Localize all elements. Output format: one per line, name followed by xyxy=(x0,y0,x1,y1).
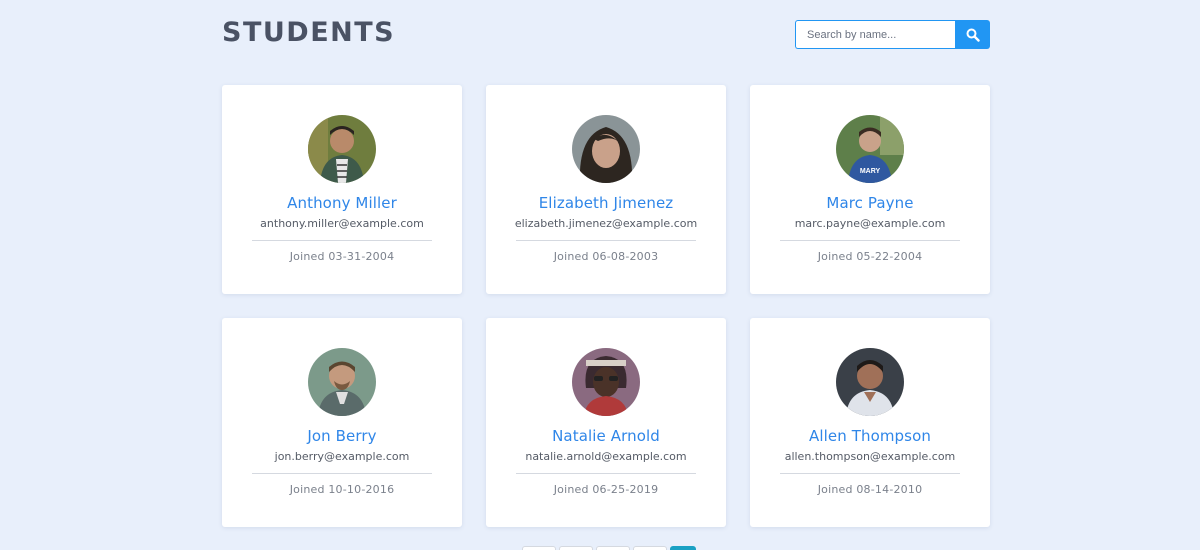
student-name[interactable]: Elizabeth Jimenez xyxy=(539,194,674,212)
page-button[interactable] xyxy=(559,546,593,550)
divider xyxy=(780,240,960,241)
page-title: STUDENTS xyxy=(222,17,396,48)
divider xyxy=(252,473,432,474)
joined-date: Joined 08-14-2010 xyxy=(817,483,923,496)
page-button-active[interactable] xyxy=(670,546,696,550)
student-avatar xyxy=(308,348,376,416)
joined-date: Joined 05-22-2004 xyxy=(817,250,923,263)
search-button[interactable] xyxy=(955,20,990,49)
joined-date: Joined 06-08-2003 xyxy=(553,250,659,263)
page-button[interactable] xyxy=(596,546,630,550)
pagination xyxy=(522,546,696,550)
student-email: elizabeth.jimenez@example.com xyxy=(514,217,698,230)
page-button[interactable] xyxy=(522,546,556,550)
student-card: Anthony Miller anthony.miller@example.co… xyxy=(222,85,462,294)
student-card: MARY Marc Payne marc.payne@example.com J… xyxy=(750,85,990,294)
joined-date: Joined 06-25-2019 xyxy=(553,483,659,496)
student-card: Allen Thompson allen.thompson@example.co… xyxy=(750,318,990,527)
student-grid: Anthony Miller anthony.miller@example.co… xyxy=(222,85,990,527)
student-avatar xyxy=(308,115,376,183)
student-email: allen.thompson@example.com xyxy=(784,450,956,463)
divider xyxy=(780,473,960,474)
student-email: jon.berry@example.com xyxy=(274,450,410,463)
search-input[interactable] xyxy=(795,20,955,49)
student-email: marc.payne@example.com xyxy=(794,217,946,230)
page-button[interactable] xyxy=(633,546,667,550)
student-card: Elizabeth Jimenez elizabeth.jimenez@exam… xyxy=(486,85,726,294)
divider xyxy=(516,473,696,474)
joined-date: Joined 10-10-2016 xyxy=(289,483,395,496)
divider xyxy=(252,240,432,241)
student-name[interactable]: Jon Berry xyxy=(307,427,376,445)
svg-text:MARY: MARY xyxy=(860,168,881,175)
student-card: Natalie Arnold natalie.arnold@example.co… xyxy=(486,318,726,527)
student-name[interactable]: Marc Payne xyxy=(826,194,913,212)
student-avatar xyxy=(836,348,904,416)
search-bar xyxy=(795,20,990,49)
student-name[interactable]: Allen Thompson xyxy=(809,427,931,445)
search-icon xyxy=(966,28,980,42)
student-avatar xyxy=(572,115,640,183)
divider xyxy=(516,240,696,241)
student-name[interactable]: Natalie Arnold xyxy=(552,427,660,445)
student-email: anthony.miller@example.com xyxy=(260,217,424,230)
student-avatar: MARY xyxy=(836,115,904,183)
student-name[interactable]: Anthony Miller xyxy=(287,194,397,212)
student-avatar xyxy=(572,348,640,416)
student-email: natalie.arnold@example.com xyxy=(525,450,687,463)
student-card: Jon Berry jon.berry@example.com Joined 1… xyxy=(222,318,462,527)
joined-date: Joined 03-31-2004 xyxy=(289,250,395,263)
